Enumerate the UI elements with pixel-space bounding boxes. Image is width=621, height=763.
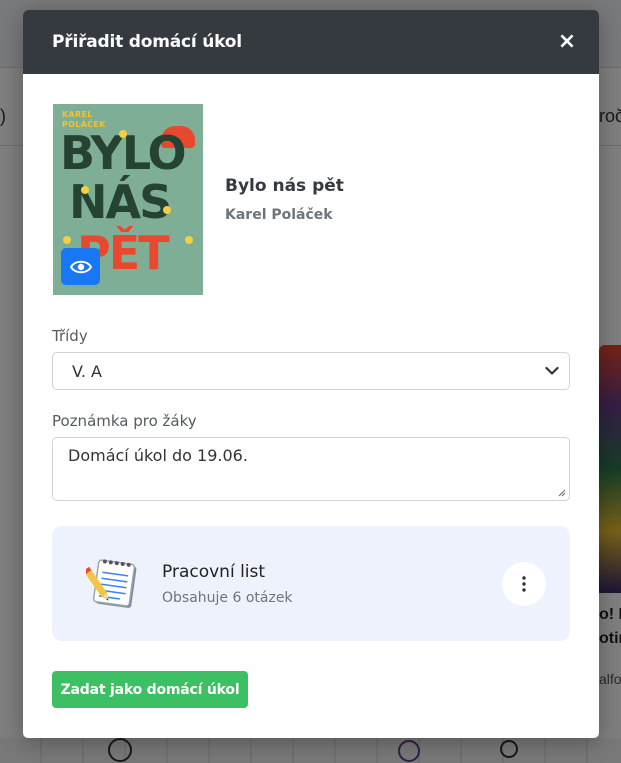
cover-dot (81, 186, 89, 194)
book-info: Bylo nás pět Karel Poláček (225, 176, 344, 223)
cover-dot (185, 236, 193, 244)
resize-grip-icon[interactable] (558, 489, 566, 497)
eye-icon (69, 260, 92, 273)
notepad-pencil-icon (83, 556, 142, 612)
note-textarea-value: Domácí úkol do 19.06. (68, 446, 248, 465)
modal-title: Přiřadit domácí úkol (52, 32, 242, 52)
cover-dot (119, 130, 127, 138)
book-cover: KAREL POLÁČEK BYLO NÁS PĚT (53, 104, 203, 295)
kebab-menu-icon (522, 576, 526, 592)
book-author: Karel Poláček (225, 207, 333, 223)
modal-header: Přiřadit domácí úkol × (23, 10, 599, 74)
book-summary: KAREL POLÁČEK BYLO NÁS PĚT Bylo nás pět … (53, 104, 344, 295)
worksheet-card: Pracovní list Obsahuje 6 otázek (52, 526, 570, 641)
close-button[interactable]: × (557, 31, 577, 53)
assign-homework-modal: Přiřadit domácí úkol × KAREL POLÁČEK BYL… (23, 10, 599, 738)
preview-button[interactable] (61, 248, 100, 285)
cover-dot (63, 236, 71, 244)
book-title: Bylo nás pět (225, 176, 344, 196)
worksheet-title: Pracovní list (162, 561, 266, 582)
note-textarea[interactable]: Domácí úkol do 19.06. (52, 437, 570, 501)
worksheet-menu-button[interactable] (502, 562, 546, 606)
classes-label: Třídy (52, 327, 88, 345)
cover-dot (163, 206, 171, 214)
note-label: Poznámka pro žáky (52, 412, 197, 430)
classes-select-value: V. A (72, 361, 102, 381)
assign-homework-button[interactable]: Zadat jako domácí úkol (52, 671, 248, 708)
worksheet-subtitle: Obsahuje 6 otázek (162, 589, 293, 606)
chevron-down-icon (545, 366, 559, 375)
classes-select[interactable]: V. A (52, 352, 570, 390)
worksheet-text: Pracovní list Obsahuje 6 otázek (162, 562, 293, 606)
